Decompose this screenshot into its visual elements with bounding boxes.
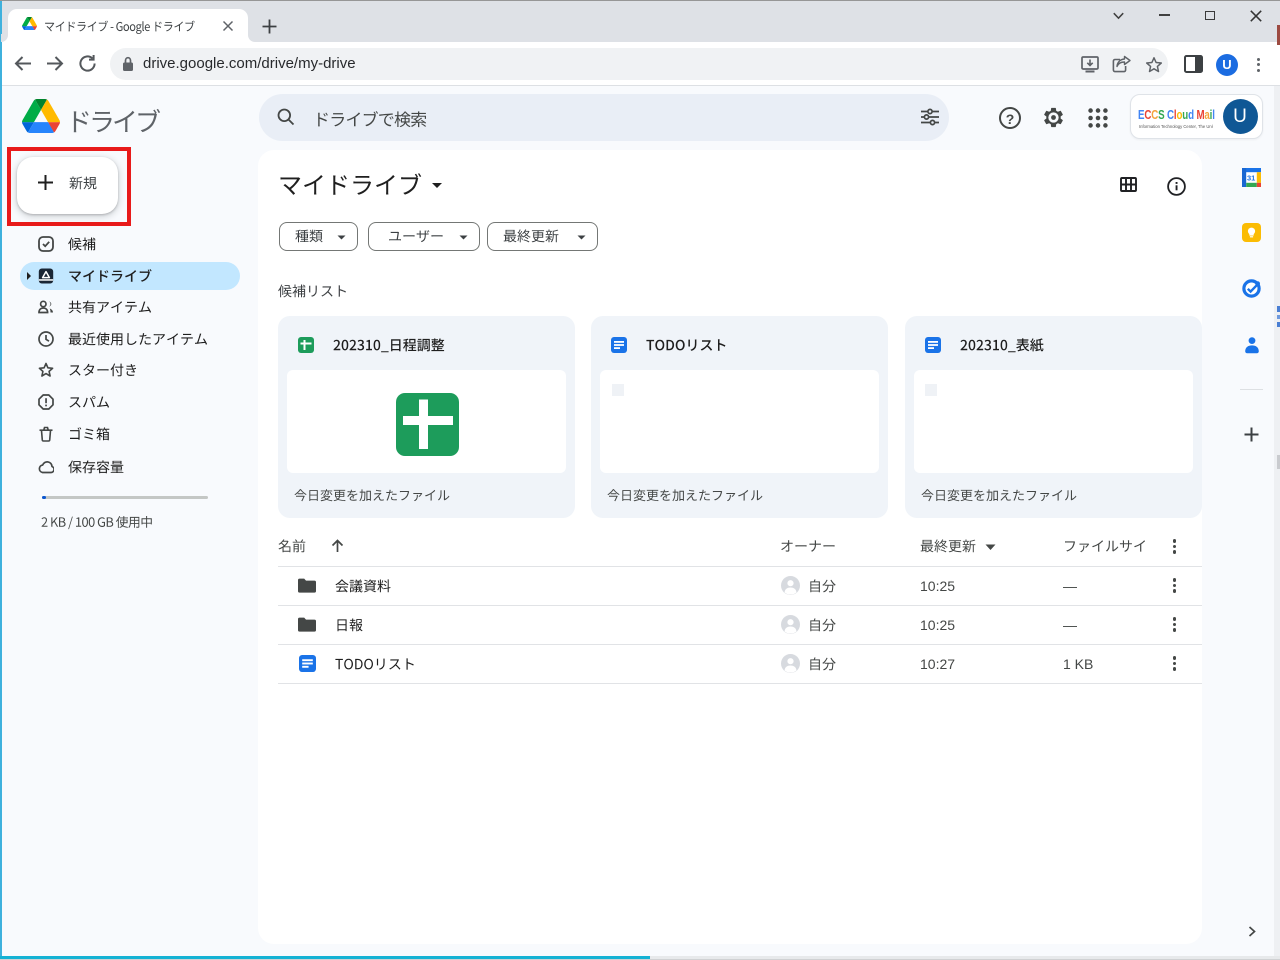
svg-text:31: 31 [1247,173,1255,182]
